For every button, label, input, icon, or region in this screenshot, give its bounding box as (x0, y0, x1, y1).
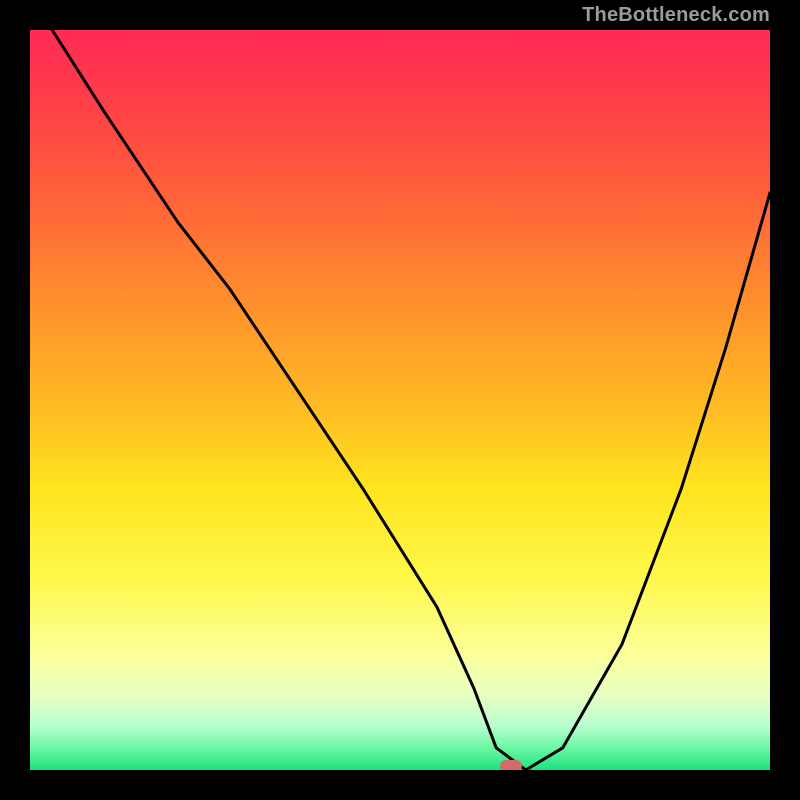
watermark-text: TheBottleneck.com (582, 4, 770, 27)
bottleneck-curve-chart (30, 30, 770, 770)
gradient-plot-area (30, 30, 770, 770)
curve-line (52, 30, 770, 770)
chart-frame: TheBottleneck.com (0, 0, 800, 800)
min-marker (500, 760, 522, 770)
